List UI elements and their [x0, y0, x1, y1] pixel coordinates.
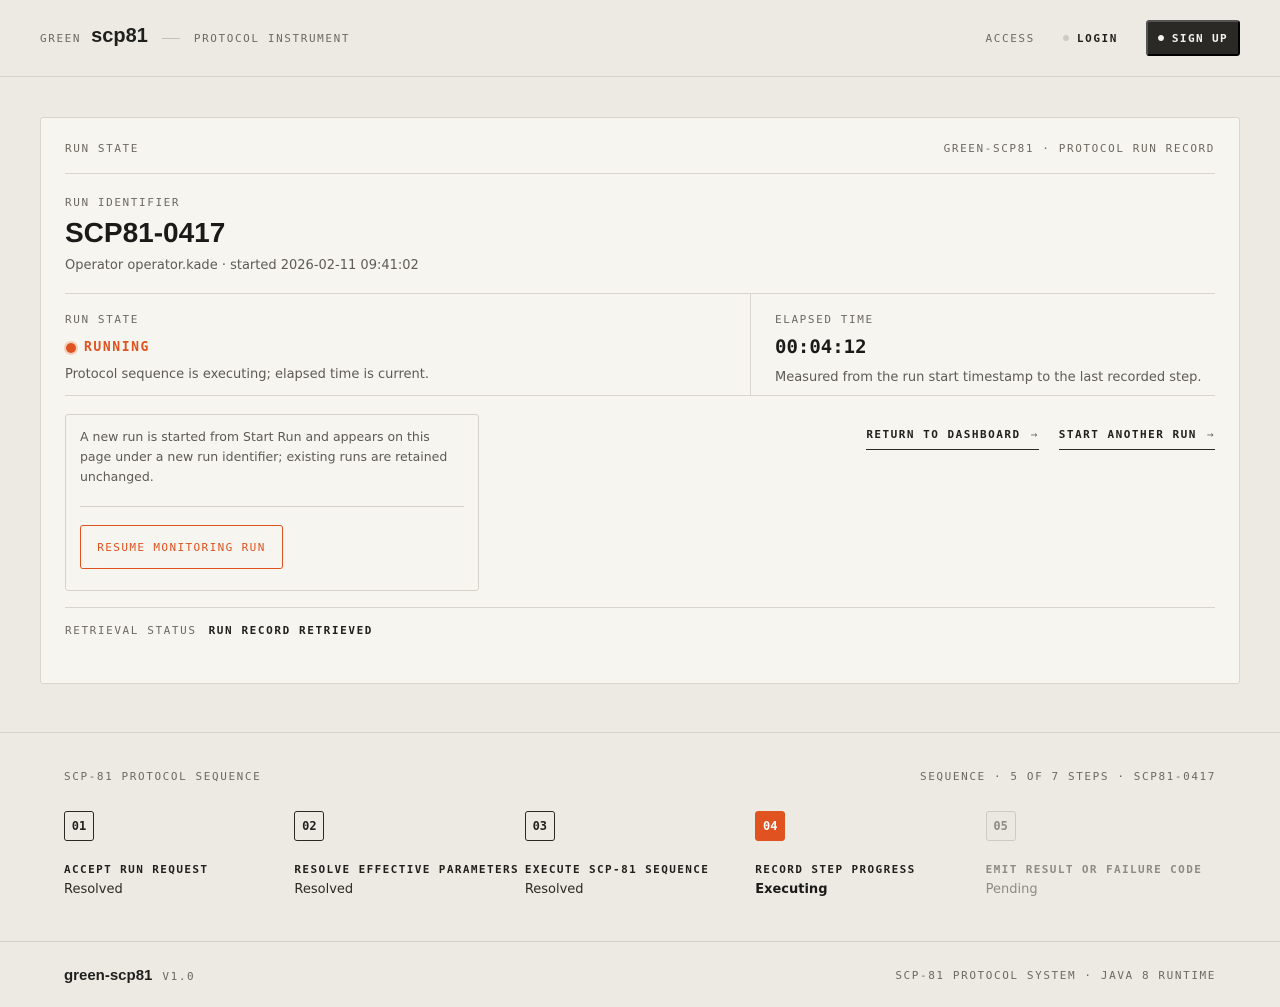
run-identifier-value: SCP81-0417: [65, 217, 226, 248]
login-link[interactable]: LOGIN: [1062, 31, 1118, 45]
step-number: 04: [755, 811, 786, 841]
brand-name: scp81: [91, 24, 148, 47]
return-to-dashboard-label: RETURN TO DASHBOARD: [866, 427, 1021, 441]
sign-up-button[interactable]: SIGN UP: [1146, 20, 1240, 56]
step-number: 05: [985, 811, 1016, 841]
step-number: 03: [524, 811, 555, 841]
actions-row: A new run is started from Start Run and …: [65, 396, 1215, 608]
card-heading: RUN STATE: [65, 142, 140, 155]
sequence-step-pending: 05 EMIT RESULT OR FAILURE CODE Pending: [985, 811, 1216, 897]
top-bar: GREEN scp81 PROTOCOL INSTRUMENT ACCESS L…: [0, 0, 1280, 77]
card-header: RUN STATE GREEN-SCP81 · PROTOCOL RUN REC…: [65, 118, 1215, 174]
run-identifier-section: RUN IDENTIFIER SCP81-0417 Operator opera…: [65, 174, 1215, 294]
footer-system: SCP-81 PROTOCOL SYSTEM · JAVA 8 RUNTIME: [895, 968, 1216, 982]
brand-subtitle: PROTOCOL INSTRUMENT: [193, 31, 351, 45]
run-stats: RUN STATE RUNNING Protocol sequence is e…: [65, 294, 1215, 396]
start-another-run-link[interactable]: START ANOTHER RUN →: [1058, 426, 1215, 450]
sequence-step: 03 EXECUTE SCP-81 SEQUENCE Resolved: [524, 811, 755, 897]
resume-monitoring-button[interactable]: RESUME MONITORING RUN: [80, 525, 283, 569]
sign-up-label: SIGN UP: [1171, 31, 1229, 45]
footer-name: green-scp81: [64, 966, 153, 984]
step-title: EMIT RESULT OR FAILURE CODE: [985, 863, 1203, 876]
step-status: Resolved: [64, 882, 123, 897]
notice-text: A new run is started from Start Run and …: [80, 429, 448, 484]
sequence-summary: SEQUENCE · 5 OF 7 STEPS · SCP81-0417: [919, 770, 1216, 783]
brand-divider: [161, 37, 180, 39]
elapsed-time-value: 00:04:12: [775, 336, 867, 358]
sequence-header: SCP-81 PROTOCOL SEQUENCE SEQUENCE · 5 OF…: [64, 770, 1216, 783]
step-title: EXECUTE SCP-81 SEQUENCE: [524, 863, 710, 876]
elapsed-time-description: Measured from the run start timestamp to…: [775, 370, 1202, 385]
sequence-steps: 01 ACCEPT RUN REQUEST Resolved 02 RESOLV…: [64, 811, 1216, 897]
run-state-label: RUN STATE: [65, 313, 140, 326]
retrieval-status: RETRIEVAL STATUS RUN RECORD RETRIEVED: [65, 608, 1215, 652]
step-status: Pending: [985, 882, 1038, 897]
step-number: 01: [64, 811, 94, 841]
step-title: RESOLVE EFFECTIVE PARAMETERS: [294, 863, 520, 876]
login-dot-icon: [1062, 35, 1069, 41]
step-status: Resolved: [524, 882, 584, 897]
sequence-step-active: 04 RECORD STEP PROGRESS Executing: [755, 811, 985, 897]
arrow-right-icon: →: [1206, 427, 1215, 441]
brand-prefix: GREEN: [40, 31, 82, 45]
run-meta: Operator operator.kade · started 2026-02…: [65, 258, 419, 273]
login-label: LOGIN: [1076, 31, 1118, 45]
elapsed-time-panel: ELAPSED TIME 00:04:12 Measured from the …: [751, 294, 1215, 395]
access-label: ACCESS: [985, 31, 1035, 45]
elapsed-time-label: ELAPSED TIME: [775, 313, 874, 326]
sequence-step: 01 ACCEPT RUN REQUEST Resolved: [64, 811, 294, 897]
run-state-panel: RUN STATE RUNNING Protocol sequence is e…: [65, 294, 751, 395]
sequence-step: 02 RESOLVE EFFECTIVE PARAMETERS Resolved: [294, 811, 524, 897]
arrow-right-icon: →: [1030, 427, 1039, 441]
new-run-notice: A new run is started from Start Run and …: [65, 414, 479, 591]
protocol-sequence: SCP-81 PROTOCOL SEQUENCE SEQUENCE · 5 OF…: [0, 732, 1280, 942]
run-state-indicator: RUNNING: [65, 340, 750, 355]
top-nav: ACCESS LOGIN SIGN UP: [986, 20, 1240, 56]
record-label: GREEN-SCP81 · PROTOCOL RUN RECORD: [943, 142, 1215, 155]
run-identifier-label: RUN IDENTIFIER: [65, 196, 181, 209]
retrieval-status-value: RUN RECORD RETRIEVED: [208, 623, 374, 637]
start-another-run-label: START ANOTHER RUN: [1058, 427, 1197, 441]
retrieval-status-label: RETRIEVAL STATUS: [65, 623, 197, 637]
brand[interactable]: GREEN scp81 PROTOCOL INSTRUMENT: [40, 24, 351, 50]
run-record-card: RUN STATE GREEN-SCP81 · PROTOCOL RUN REC…: [40, 117, 1240, 684]
step-number: 02: [294, 811, 325, 841]
run-state-value: RUNNING: [84, 340, 150, 355]
action-links: RETURN TO DASHBOARD → START ANOTHER RUN …: [866, 414, 1215, 607]
footer-version: V1.0: [162, 969, 196, 983]
step-title: ACCEPT RUN REQUEST: [64, 863, 209, 876]
notice-divider: [80, 506, 464, 507]
footer-brand: green-scp81 V1.0: [64, 967, 195, 984]
step-status: Resolved: [294, 882, 354, 897]
status-dot-icon: [66, 342, 76, 353]
return-to-dashboard-link[interactable]: RETURN TO DASHBOARD →: [866, 426, 1039, 450]
step-status: Executing: [755, 882, 828, 897]
run-state-description: Protocol sequence is executing; elapsed …: [65, 367, 430, 382]
step-title: RECORD STEP PROGRESS: [755, 863, 916, 876]
sequence-title: SCP-81 PROTOCOL SEQUENCE: [64, 770, 262, 783]
sign-up-dot-icon: [1157, 35, 1164, 41]
footer: green-scp81 V1.0 SCP-81 PROTOCOL SYSTEM …: [0, 943, 1280, 1007]
